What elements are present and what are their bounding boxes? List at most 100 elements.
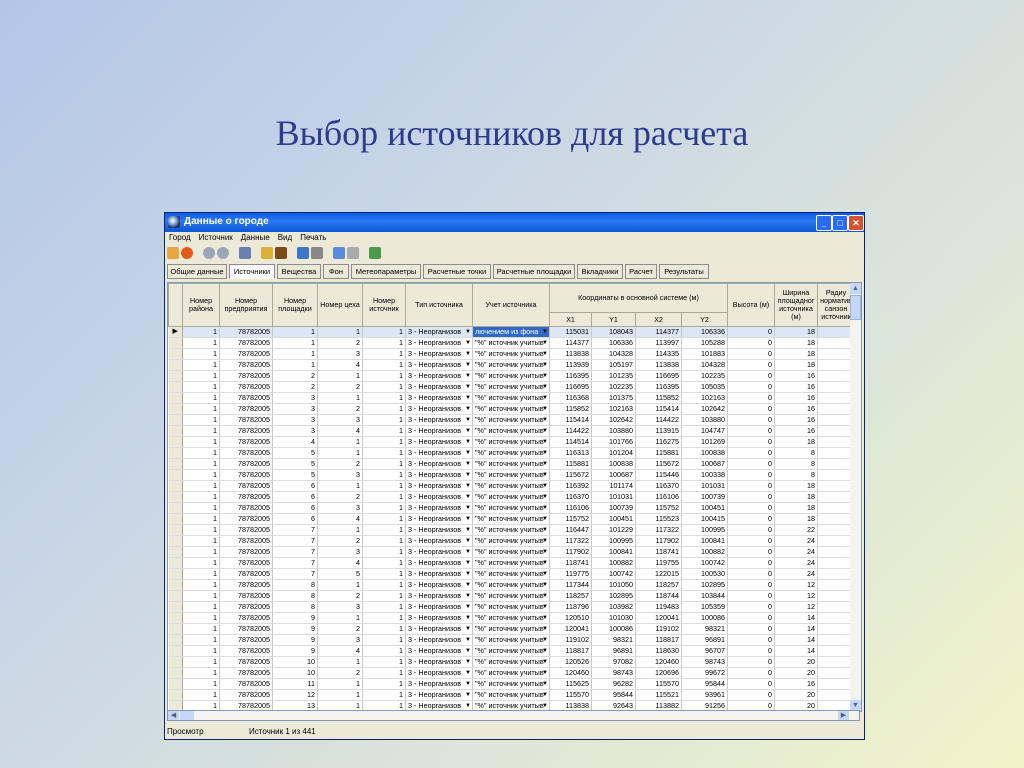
table-row[interactable]: 1 78782005 9 4 1 3 - Неорганизов ▼ "%" источник… xyxy=(168,645,855,657)
district-cell[interactable]: 1 xyxy=(182,557,220,569)
width-cell[interactable]: 16 xyxy=(774,414,818,426)
x2-cell[interactable]: 116370 xyxy=(635,480,682,492)
x2-cell[interactable]: 118817 xyxy=(635,634,682,646)
shop-cell[interactable]: 2 xyxy=(317,590,363,602)
width-cell[interactable]: 20 xyxy=(774,689,818,701)
enterprise-cell[interactable]: 78782005 xyxy=(219,568,273,580)
y1-cell[interactable]: 101050 xyxy=(591,579,636,591)
row-indicator[interactable] xyxy=(168,458,183,470)
enterprise-cell[interactable]: 78782005 xyxy=(219,447,273,459)
x2-cell[interactable]: 118741 xyxy=(635,546,682,558)
accounting-dropdown[interactable]: "%" источник учитыв ▼ xyxy=(472,458,550,470)
accounting-dropdown[interactable]: "%" источник учитыв ▼ xyxy=(472,414,550,426)
tab-calculation[interactable]: Расчет xyxy=(625,264,657,279)
x1-cell[interactable]: 113838 xyxy=(549,348,592,360)
district-cell[interactable]: 1 xyxy=(182,623,220,635)
height-cell[interactable]: 0 xyxy=(727,414,775,426)
type-dropdown[interactable]: 3 - Неорганизов ▼ xyxy=(405,348,473,360)
shop-cell[interactable]: 1 xyxy=(317,579,363,591)
dropdown-arrow-icon[interactable]: ▼ xyxy=(465,382,471,392)
type-dropdown[interactable]: 3 - Неорганизов ▼ xyxy=(405,403,473,415)
radius-cell[interactable] xyxy=(817,359,855,371)
y2-cell[interactable]: 103880 xyxy=(681,414,728,426)
type-dropdown[interactable]: 3 - Неорганизов ▼ xyxy=(405,502,473,514)
height-cell[interactable]: 0 xyxy=(727,645,775,657)
dropdown-arrow-icon[interactable]: ▼ xyxy=(465,393,471,403)
district-cell[interactable]: 1 xyxy=(182,458,220,470)
table-row[interactable]: ▶ 1 78782005 1 1 1 3 - Неорганизов ▼ лючением из… xyxy=(168,326,855,338)
x1-cell[interactable]: 120460 xyxy=(549,667,592,679)
shop-cell[interactable]: 3 xyxy=(317,601,363,613)
y2-cell[interactable]: 102642 xyxy=(681,403,728,415)
source-cell[interactable]: 1 xyxy=(362,689,406,701)
accounting-dropdown[interactable]: "%" источник учитыв ▼ xyxy=(472,392,550,404)
accounting-dropdown[interactable]: "%" источник учитыв ▼ xyxy=(472,656,550,668)
source-cell[interactable]: 1 xyxy=(362,447,406,459)
y2-cell[interactable]: 102235 xyxy=(681,370,728,382)
dropdown-arrow-icon[interactable]: ▼ xyxy=(542,415,548,425)
x1-cell[interactable]: 120041 xyxy=(549,623,592,635)
y1-cell[interactable]: 106336 xyxy=(591,337,636,349)
source-cell[interactable]: 1 xyxy=(362,579,406,591)
radius-cell[interactable] xyxy=(817,458,855,470)
y2-cell[interactable]: 95844 xyxy=(681,678,728,690)
table-row[interactable]: 1 78782005 6 3 1 3 - Неорганизов ▼ "%" источник… xyxy=(168,502,855,514)
tab-calc-points[interactable]: Расчетные точки xyxy=(423,264,491,279)
x1-cell[interactable]: 115881 xyxy=(549,458,592,470)
accounting-dropdown[interactable]: "%" источник учитыв ▼ xyxy=(472,381,550,393)
source-cell[interactable]: 1 xyxy=(362,667,406,679)
district-cell[interactable]: 1 xyxy=(182,535,220,547)
dropdown-arrow-icon[interactable]: ▼ xyxy=(465,481,471,491)
row-indicator[interactable] xyxy=(168,524,183,536)
accounting-dropdown[interactable]: "%" источник учитыв ▼ xyxy=(472,359,550,371)
height-cell[interactable]: 0 xyxy=(727,524,775,536)
enterprise-cell[interactable]: 78782005 xyxy=(219,469,273,481)
x2-cell[interactable]: 115523 xyxy=(635,513,682,525)
row-indicator[interactable] xyxy=(168,469,183,481)
x2-cell[interactable]: 120696 xyxy=(635,667,682,679)
y1-cell[interactable]: 101030 xyxy=(591,612,636,624)
y2-cell[interactable]: 100451 xyxy=(681,502,728,514)
height-cell[interactable]: 0 xyxy=(727,579,775,591)
row-indicator[interactable] xyxy=(168,337,183,349)
y2-cell[interactable]: 96891 xyxy=(681,634,728,646)
source-cell[interactable]: 1 xyxy=(362,392,406,404)
source-cell[interactable]: 1 xyxy=(362,623,406,635)
accounting-dropdown[interactable]: "%" источник учитыв ▼ xyxy=(472,678,550,690)
height-cell[interactable]: 0 xyxy=(727,359,775,371)
source-cell[interactable]: 1 xyxy=(362,513,406,525)
source-cell[interactable]: 1 xyxy=(362,535,406,547)
source-cell[interactable]: 1 xyxy=(362,381,406,393)
height-cell[interactable]: 0 xyxy=(727,425,775,437)
row-indicator[interactable] xyxy=(168,359,183,371)
source-cell[interactable]: 1 xyxy=(362,645,406,657)
dropdown-arrow-icon[interactable]: ▼ xyxy=(465,591,471,601)
y2-cell[interactable]: 102163 xyxy=(681,392,728,404)
site-cell[interactable]: 2 xyxy=(272,370,318,382)
accounting-dropdown[interactable]: "%" источник учитыв ▼ xyxy=(472,601,550,613)
accounting-dropdown[interactable]: "%" источник учитыв ▼ xyxy=(472,634,550,646)
district-cell[interactable]: 1 xyxy=(182,414,220,426)
type-dropdown[interactable]: 3 - Неорганизов ▼ xyxy=(405,645,473,657)
y2-cell[interactable]: 105288 xyxy=(681,337,728,349)
maximize-button[interactable]: □ xyxy=(832,215,848,231)
x2-cell[interactable]: 118630 xyxy=(635,645,682,657)
height-cell[interactable]: 0 xyxy=(727,370,775,382)
x2-cell[interactable]: 116106 xyxy=(635,491,682,503)
site-cell[interactable]: 3 xyxy=(272,414,318,426)
table-row[interactable]: 1 78782005 10 1 1 3 - Неорганизов ▼ "%" источни… xyxy=(168,656,855,668)
table-row[interactable]: 1 78782005 5 1 1 3 - Неорганизов ▼ "%" источник… xyxy=(168,447,855,459)
x1-cell[interactable]: 119102 xyxy=(549,634,592,646)
source-cell[interactable]: 1 xyxy=(362,590,406,602)
accounting-dropdown[interactable]: "%" источник учитыв ▼ xyxy=(472,370,550,382)
accounting-dropdown[interactable]: "%" источник учитыв ▼ xyxy=(472,590,550,602)
site-cell[interactable]: 6 xyxy=(272,502,318,514)
row-indicator[interactable] xyxy=(168,381,183,393)
district-cell[interactable]: 1 xyxy=(182,381,220,393)
source-cell[interactable]: 1 xyxy=(362,557,406,569)
enterprise-cell[interactable]: 78782005 xyxy=(219,546,273,558)
dropdown-arrow-icon[interactable]: ▼ xyxy=(465,448,471,458)
dropdown-arrow-icon[interactable]: ▼ xyxy=(465,459,471,469)
enterprise-cell[interactable]: 78782005 xyxy=(219,359,273,371)
site-cell[interactable]: 7 xyxy=(272,524,318,536)
